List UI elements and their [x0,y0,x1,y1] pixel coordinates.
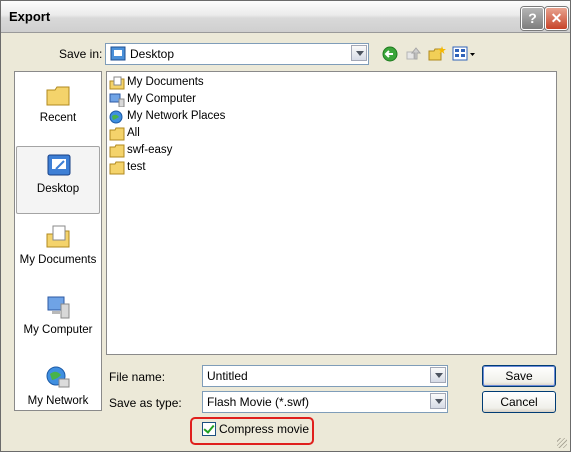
network-places-icon [46,366,70,388]
file-name-value: Untitled [207,369,248,383]
compress-movie-checkbox[interactable] [202,422,216,436]
close-button[interactable]: ✕ [545,7,568,30]
help-button[interactable]: ? [521,7,544,30]
new-folder-icon[interactable] [427,45,447,63]
save-type-value: Flash Movie (*.swf) [207,395,310,409]
recent-folder-icon [46,86,70,106]
my-computer-icon [109,93,125,107]
compress-movie-label[interactable]: Compress movie [219,422,309,436]
save-in-label: Save in: [59,47,103,61]
my-documents-icon [46,225,70,248]
desktop-icon [47,154,71,176]
up-folder-icon[interactable] [404,45,424,63]
place-my-computer[interactable]: My Computer [16,288,100,354]
my-documents-icon [109,76,125,90]
folder-icon [109,161,125,175]
cancel-button[interactable]: Cancel [482,391,556,413]
place-recent[interactable]: Recent [16,76,100,142]
place-my-documents[interactable]: My Documents [16,218,100,284]
place-my-network[interactable]: My Network [16,359,100,425]
save-type-label: Save as type: [109,396,182,410]
place-desktop[interactable]: Desktop [16,146,100,214]
save-in-combo[interactable]: Desktop [105,43,369,65]
places-bar: Recent Desktop My Documents My Computer … [14,71,102,411]
save-button[interactable]: Save [482,365,556,387]
desktop-icon [110,46,126,61]
export-dialog: Export ? ✕ Save in: Desktop Recent Deskt… [0,0,571,452]
folder-icon [109,144,125,158]
resize-grip[interactable] [557,438,567,448]
network-places-icon [109,110,123,124]
file-name-field[interactable]: Untitled [202,365,448,387]
back-icon[interactable] [381,45,401,63]
title-bar[interactable]: Export ? ✕ [1,1,570,33]
chevron-down-icon[interactable] [351,45,367,61]
save-in-value: Desktop [130,47,175,61]
view-menu-icon[interactable] [451,45,477,63]
chevron-down-icon[interactable] [430,393,446,409]
folder-icon [109,127,125,141]
save-type-select[interactable]: Flash Movie (*.swf) [202,391,448,413]
chevron-down-icon[interactable] [430,367,446,383]
file-name-label: File name: [109,370,166,384]
window-title: Export [9,9,51,24]
file-list[interactable]: My Documents My Computer My Network Plac… [106,71,557,355]
my-computer-icon [47,296,70,319]
